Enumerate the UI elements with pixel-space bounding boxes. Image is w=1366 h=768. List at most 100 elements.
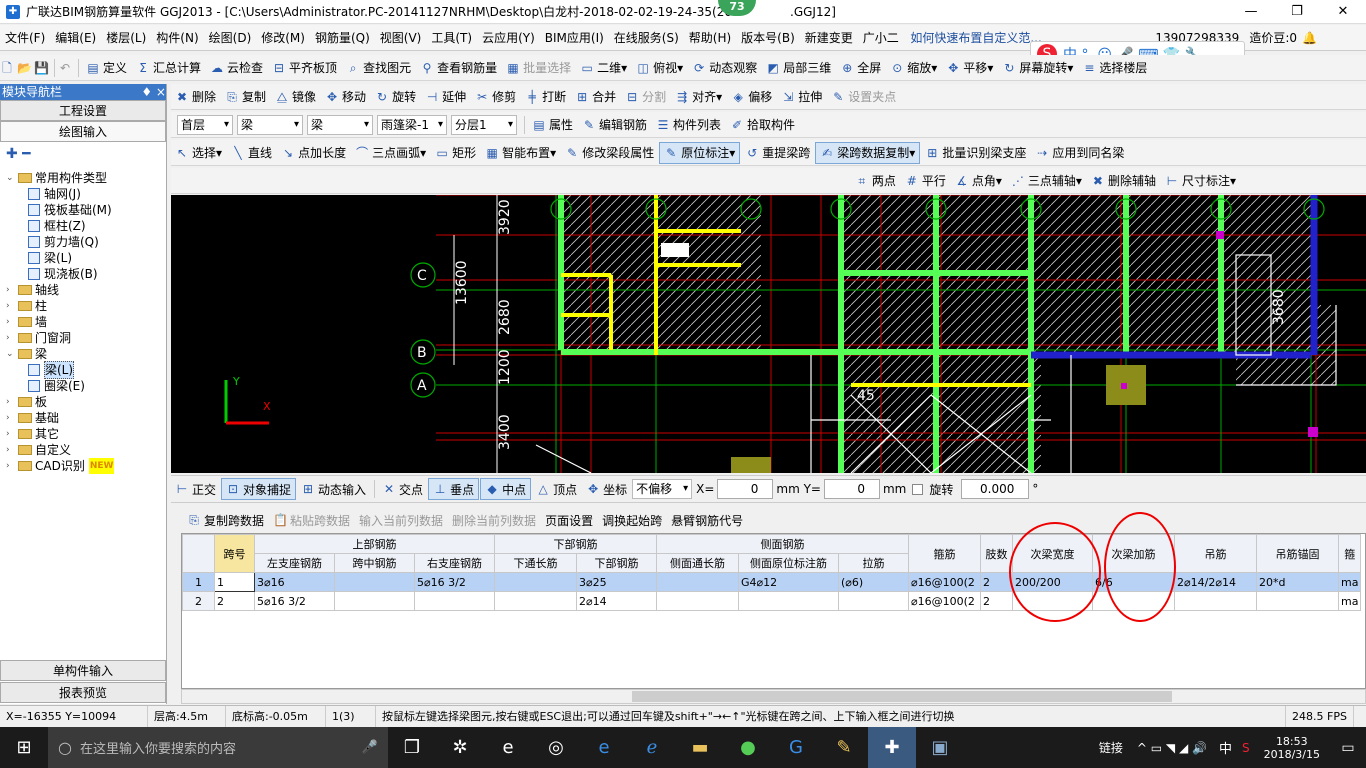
expand-collapse-icons[interactable]: ✚ ━ [0,142,166,166]
span-tool-button-1[interactable]: 📋 粘贴跨数据 [269,509,354,531]
grid-cell[interactable]: (⌀6) [838,572,909,592]
toolbar4-button-3[interactable]: ⌒ 三点画弧 ▾ [351,142,430,164]
toolbar3-button-2[interactable]: ☰ 构件列表 [652,114,725,136]
open-file-icon[interactable]: 📂 [17,61,32,75]
chevron-down-icon[interactable]: ▾ [1076,174,1082,188]
menu-item-7[interactable]: 视图(V) [375,25,427,50]
toolbar2-button-1[interactable]: ⎘ 复制 [221,86,270,108]
snap-toggle-5[interactable]: ◆ 中点 [480,478,532,500]
tree-toggle-icon[interactable]: › [6,314,16,330]
col-header-bottom-bars[interactable]: 下部钢筋 [576,553,657,573]
tree-toggle-icon[interactable]: › [6,442,16,458]
toolbar4-button-2[interactable]: ↘ 点加长度 [277,142,350,164]
tree-toggle-icon[interactable]: › [6,458,16,474]
snap-toggle-3[interactable]: ✕ 交点 [378,478,427,500]
taskbar-search[interactable]: ○ 在这里输入你要搜索的内容 🎤 [48,727,388,768]
offset-select[interactable]: 不偏移 [632,479,693,499]
col-header-bottom-through[interactable]: 下通长筋 [494,553,577,573]
project-settings-button[interactable]: 工程设置 [0,100,166,121]
chevron-down-icon[interactable]: ▾ [716,90,722,104]
tree-item-4[interactable]: 剪力墙(Q) [6,234,166,250]
toolbar4-button-10[interactable]: ⊞ 批量识别梁支座 [921,142,1030,164]
clock-date[interactable]: 2018/3/15 [1264,748,1320,761]
grid-cell[interactable]: 20*d [1256,572,1339,592]
col-header-span[interactable]: 跨号 [214,534,255,573]
tree-item-2[interactable]: 筏板基础(M) [6,202,166,218]
sogou-browser-icon[interactable]: G [772,727,820,768]
report-preview-button[interactable]: 报表预览 [0,682,166,703]
chevron-down-icon[interactable]: ▾ [677,61,683,75]
component-name-select[interactable]: 雨篷梁-1 [377,114,447,135]
y-coord-input[interactable]: 0 [823,479,880,499]
tree-toggle-icon[interactable]: › [6,282,16,298]
tree-toggle-icon[interactable]: ⌄ [6,346,16,362]
toolbar2-button-9[interactable]: ⊟ 分割 [621,86,670,108]
grid-horizontal-scrollbar[interactable] [181,689,1366,704]
toolbar1-button-9[interactable]: ⟳ 动态观察 [688,57,761,79]
scrollbar-thumb[interactable] [632,691,1172,702]
toolbar1-button-12[interactable]: ⊙ 缩放 ▾ [886,57,941,79]
table-row[interactable]: 2 2 5⌀16 3/2 2⌀14 ⌀16@100(2 2 ma [182,591,1362,611]
col-header-legs[interactable]: 肢数 [980,534,1013,573]
toolbar2-button-2[interactable]: ⧋ 镜像 [271,86,320,108]
toolbar4-button-0[interactable]: ↖ 选择 ▾ [171,142,226,164]
snap-toggle-7[interactable]: ✥ 坐标 [582,478,631,500]
toolbar5-button-3[interactable]: ⋰ 三点辅轴 ▾ [1007,170,1086,192]
toolbar1-button-1[interactable]: Σ 汇总计算 [132,57,205,79]
grid-cell[interactable]: 5⌀16 3/2 [414,572,495,592]
toolbar1-button-11[interactable]: ⊕ 全屏 [836,57,885,79]
span-tool-button-5[interactable]: 调换起始跨 [598,509,666,531]
rotate-angle-input[interactable]: 0.000 [961,479,1030,499]
menu-item-1[interactable]: 编辑(E) [50,25,101,50]
chevron-down-icon[interactable]: ▾ [909,146,915,160]
chevron-down-icon[interactable]: ▾ [729,146,735,160]
col-header-side-through[interactable]: 侧面通长筋 [656,553,739,573]
taskbar-links[interactable]: 链接 [1099,739,1123,756]
grid-cell[interactable] [738,591,839,611]
tree-item-15[interactable]: › 基础 [6,410,166,426]
col-header-hanger[interactable]: 吊筋 [1174,534,1257,573]
tree-toggle-icon[interactable]: › [6,394,16,410]
tree-item-7[interactable]: › 轴线 [6,282,166,298]
span-tool-button-3[interactable]: 删除当前列数据 [448,509,540,531]
col-header-left-support[interactable]: 左支座钢筋 [254,553,335,573]
menu-item-8[interactable]: 工具(T) [426,25,477,50]
grid-cell[interactable]: ⌀16@100(2 [908,591,981,611]
snap-toggle-0[interactable]: ⊢ 正交 [171,478,220,500]
toolbar5-button-2[interactable]: ∡ 点角 ▾ [951,170,1006,192]
toolbar2-button-10[interactable]: ⇶ 对齐 ▾ [671,86,726,108]
microphone-icon[interactable]: 🎤 [362,740,378,755]
grid-cell[interactable] [494,591,577,611]
toolbar1-button-14[interactable]: ↻ 屏幕旋转 ▾ [998,57,1077,79]
tree-toggle-icon[interactable]: › [6,298,16,314]
ie-browser-icon[interactable]: e [484,727,532,768]
col-header-more[interactable]: 箍 [1337,534,1362,573]
toolbar2-button-5[interactable]: ⊣ 延伸 [421,86,470,108]
toolbar1-button-2[interactable]: ☁ 云检查 [206,57,267,79]
grid-cell[interactable]: 2⌀14/2⌀14 [1174,572,1257,592]
tray-icons[interactable]: ^ ▭ ◥ ◢ 🔊 [1137,741,1207,755]
toolbar1-button-4[interactable]: ⌕ 查找图元 [342,57,415,79]
tree-item-11[interactable]: ⌄ 梁 [6,346,166,362]
grid-cell[interactable]: 3⌀16 [254,572,335,592]
single-component-input-button[interactable]: 单构件输入 [0,660,166,681]
notification-icon[interactable]: ▭ [1330,727,1366,768]
menu-item-10[interactable]: BIM应用(I) [540,25,609,50]
tree-item-18[interactable]: › CAD识别 NEW [6,458,166,474]
toolbar1-button-6[interactable]: ▦ 批量选择 [502,57,575,79]
toolbar1-button-5[interactable]: ⚲ 查看钢筋量 [416,57,501,79]
snap-toggle-6[interactable]: △ 顶点 [532,478,581,500]
span-tool-button-0[interactable]: ⎘ 复制跨数据 [183,509,268,531]
menu-item-9[interactable]: 云应用(Y) [477,25,540,50]
col-header-hanger-anchor[interactable]: 吊筋锚固 [1256,534,1339,573]
toolbar2-button-12[interactable]: ⇲ 拉伸 [777,86,826,108]
toolbar2-button-3[interactable]: ✥ 移动 [321,86,370,108]
toolbar4-button-5[interactable]: ▦ 智能布置 ▾ [481,142,560,164]
tree-item-12[interactable]: 梁(L) [6,361,166,379]
snap-toggle-1[interactable]: ⊡ 对象捕捉 [221,478,297,500]
toolbar1-button-8[interactable]: ◫ 俯视 ▾ [632,57,687,79]
grid-cell[interactable] [334,591,415,611]
bell-icon[interactable]: 🔔 [1302,31,1317,45]
tray-sogou-icon[interactable]: S [1242,741,1250,755]
drawing-canvas[interactable]: C B A 3920 13600 2680 1200 3400 3680 45 … [171,195,1366,473]
